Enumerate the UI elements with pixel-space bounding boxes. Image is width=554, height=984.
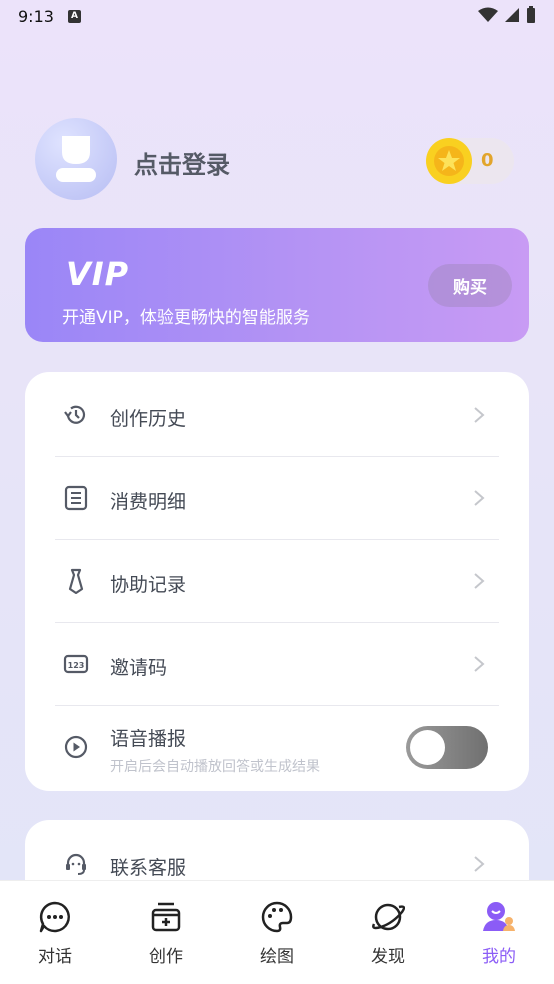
tab-label: 发现 [371,947,405,967]
buy-button[interactable]: 购买 [428,264,512,307]
chevron-right-icon [474,490,485,506]
vip-description: 开通VIP，体验更畅快的智能服务 [62,308,310,328]
vip-title: VIP [66,255,130,293]
menu-item-label: 邀请码 [110,657,168,679]
status-bar: 9:13 A [0,0,554,32]
coin-count: 0 [481,150,494,171]
chevron-right-icon [474,856,485,872]
menu-item-invite-code[interactable]: 123 邀请码 [55,623,499,706]
tab-label: 绘图 [260,947,294,967]
chat-icon [39,901,70,933]
menu-item-consumption[interactable]: 消费明细 [55,457,499,540]
menu-item-history[interactable]: 创作历史 [55,374,499,457]
menu-item-label: 消费明细 [110,491,187,513]
menu-item-label: 创作历史 [110,408,187,430]
profile-icon [483,902,515,931]
chevron-right-icon [474,573,485,589]
tab-mine[interactable]: 我的 [459,880,539,984]
chevron-right-icon [474,656,485,672]
headset-icon [66,853,86,875]
svg-text:123: 123 [68,661,85,670]
status-icons [478,6,536,24]
notification-icon: A [67,9,81,23]
code-123-icon: 123 [63,654,89,674]
tab-draw[interactable]: 绘图 [237,880,317,984]
palette-icon [261,901,293,933]
menu-item-label: 语音播报 [110,728,187,750]
user-avatar-icon [56,136,96,182]
toggle-knob [410,730,445,765]
avatar[interactable] [35,118,117,200]
tie-icon [68,568,84,594]
tab-label: 对话 [38,947,72,967]
tab-create[interactable]: 创作 [126,880,206,984]
chevron-right-icon [474,407,485,423]
tab-label: 我的 [482,947,516,967]
wifi-icon [478,7,498,22]
star-icon [434,146,464,176]
planet-icon [372,903,405,931]
tab-discover[interactable]: 发现 [348,880,428,984]
battery-icon [527,6,535,23]
voice-broadcast-subtitle: 开启后会自动播放回答或生成结果 [110,759,320,775]
menu-item-assist-records[interactable]: 协助记录 [55,540,499,623]
receipt-list-icon [64,485,88,511]
history-icon [64,405,86,424]
tab-chat[interactable]: 对话 [15,880,95,984]
play-circle-icon [64,735,88,759]
status-time: 9:13 [18,6,54,26]
tab-label: 创作 [149,947,183,967]
menu-item-label: 协助记录 [110,574,187,596]
signal-icon [505,8,519,22]
menu-item-label: 联系客服 [110,857,187,879]
coin-icon [426,138,472,184]
login-label[interactable]: 点击登录 [134,145,230,180]
create-icon [151,902,181,932]
